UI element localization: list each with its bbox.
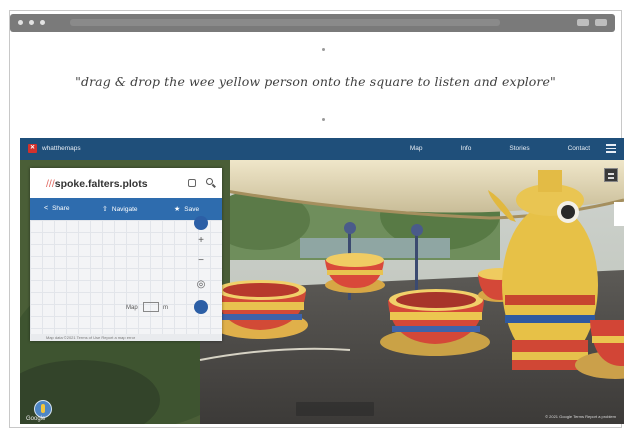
nav-link-contact[interactable]: Contact <box>568 145 590 152</box>
brand-name: whatthemaps <box>42 145 81 152</box>
fullscreen-icon[interactable] <box>604 168 618 182</box>
nav-link-stories[interactable]: Stories <box>509 145 529 152</box>
menu-icon[interactable] <box>595 19 607 26</box>
panel-header: ///spoke.falters.plots <box>30 168 222 198</box>
nav-link-info[interactable]: Info <box>461 145 472 152</box>
map-scale-label: Map <box>126 305 138 311</box>
brand-logo-icon: ✕ <box>28 144 37 153</box>
side-panel-toggle[interactable] <box>614 202 624 226</box>
divider-dot <box>322 48 325 51</box>
panel-tabs: < Share ⇧ Navigate ★ Save <box>30 198 222 220</box>
street-view-address-box <box>296 402 374 416</box>
globe-icon[interactable] <box>194 300 208 314</box>
my-location-icon[interactable] <box>194 216 208 230</box>
navigate-button[interactable]: ⇧ Navigate <box>102 205 138 214</box>
reload-icon[interactable] <box>40 20 45 25</box>
divider-dot <box>322 118 325 121</box>
map-footer: Map data ©2021 Terms of Use Report a map… <box>30 334 222 341</box>
extension-icon[interactable] <box>577 19 589 26</box>
search-icon[interactable] <box>206 178 213 185</box>
address-bar[interactable] <box>70 19 500 26</box>
share-icon: < <box>44 205 49 212</box>
navigate-icon: ⇧ <box>102 206 108 213</box>
street-view-footer: © 2021 Google Terms Report a problem <box>545 414 616 419</box>
copy-icon[interactable] <box>188 179 196 187</box>
nav-link-map[interactable]: Map <box>410 145 423 152</box>
map-scale-bar <box>143 302 159 312</box>
save-button[interactable]: ★ Save <box>174 205 199 214</box>
locate-icon[interactable]: ◎ <box>194 278 208 292</box>
map-scale-unit: m <box>163 305 168 311</box>
zoom-in-icon[interactable]: + <box>194 234 208 248</box>
browser-toolbar <box>10 14 615 32</box>
share-button[interactable]: < Share <box>44 205 69 212</box>
back-icon[interactable] <box>18 20 23 25</box>
instruction-text: "drag & drop the wee yellow person onto … <box>75 74 556 89</box>
brand[interactable]: ✕ whatthemaps <box>28 144 81 153</box>
save-icon: ★ <box>174 206 181 213</box>
map-app: ✕ whatthemaps Map Info Stories Contact /… <box>20 138 624 424</box>
location-panel: ///spoke.falters.plots < Share ⇧ Navigate … <box>30 168 222 341</box>
forward-icon[interactable] <box>29 20 34 25</box>
zoom-out-icon[interactable]: − <box>194 254 208 268</box>
app-navbar: ✕ whatthemaps Map Info Stories Contact <box>20 138 624 160</box>
what3words-address[interactable]: ///spoke.falters.plots <box>46 178 148 190</box>
google-logo: Google <box>26 416 46 422</box>
hamburger-menu-icon[interactable] <box>606 144 616 153</box>
